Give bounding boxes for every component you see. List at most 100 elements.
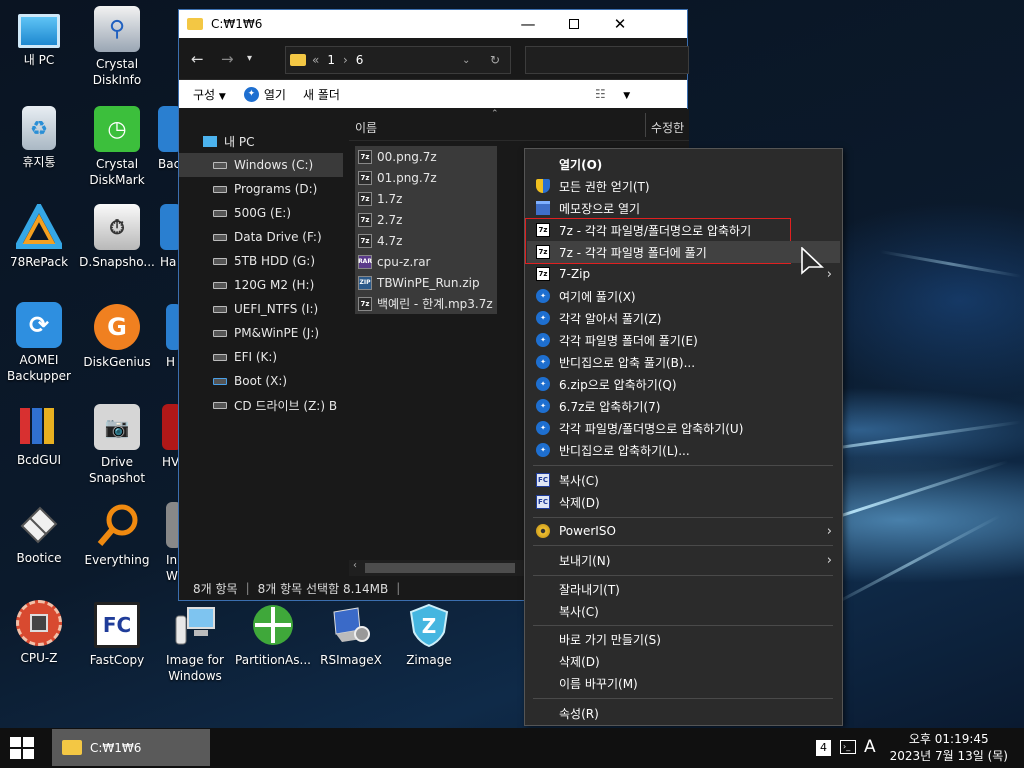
menu-item-compress-7z[interactable]: ✦ 6.7z로 압축하기(7) (527, 395, 840, 417)
system-clock[interactable]: 오후 01:19:45 2023년 7월 13일 (목) (890, 731, 1008, 765)
nav-item-drive-z[interactable]: CD 드라이브 (Z:) B (179, 393, 343, 417)
nav-item-drive-i[interactable]: UEFI_NTFS (I:) (179, 297, 343, 321)
menu-item-compress-zip[interactable]: ✦ 6.zip으로 압축하기(Q) (527, 373, 840, 395)
drive-icon (213, 353, 227, 361)
file-item[interactable]: 7z 백예린 - 한계.mp3.7z (355, 293, 497, 314)
7z-file-icon: 7z (358, 170, 372, 185)
drive-icon (213, 161, 227, 169)
desktop-icon-image-for-windows[interactable]: Image for Windows (156, 602, 234, 684)
nav-item-drive-f[interactable]: Data Drive (F:) (179, 225, 343, 249)
desktop-icon-bootice[interactable]: Bootice (0, 500, 78, 566)
menu-item-bandizip-compress[interactable]: ✦ 반디집으로 압축하기(L)... (527, 439, 840, 461)
scrollbar-thumb[interactable] (365, 563, 515, 573)
refresh-icon: ↻ (490, 53, 501, 67)
nav-item-drive-j[interactable]: PM&WinPE (J:) (179, 321, 343, 345)
nav-item-drive-d[interactable]: Programs (D:) (179, 177, 343, 201)
file-name: 00.png.7z (377, 149, 437, 164)
file-item[interactable]: 7z 2.7z (355, 209, 497, 230)
menu-item-smart-extract[interactable]: ✦ 각각 알아서 풀기(Z) (527, 307, 840, 329)
menu-item-extract-to-folders[interactable]: ✦ 각각 파일명 폴더에 풀기(E) (527, 329, 840, 351)
desktop-icon-diskgenius[interactable]: G DiskGenius (78, 304, 156, 370)
desktop-icon-78repack[interactable]: 78RePack (0, 204, 78, 270)
file-name: 1.7z (377, 191, 403, 206)
desktop-icon-everything[interactable]: Everything (78, 502, 156, 568)
menu-item-cut[interactable]: 잘라내기(T) (527, 578, 840, 600)
close-button[interactable]: ✕ (597, 10, 643, 38)
menu-item-open[interactable]: 열기(O) (527, 153, 840, 175)
desktop-icon-crystaldiskmark[interactable]: ◷ Crystal DiskMark (78, 106, 156, 188)
menu-item-fastcopy-copy[interactable]: FC 복사(C) (527, 469, 840, 491)
menu-item-send-to[interactable]: 보내기(N) › (527, 549, 840, 571)
desktop-icon-dsnapshot[interactable]: ⏱ D.Snapsho... (78, 204, 156, 270)
search-input[interactable] (525, 46, 689, 74)
menu-item-take-ownership[interactable]: 모든 권한 얻기(T) (527, 175, 840, 197)
menu-item-poweriso[interactable]: PowerISO › (527, 520, 840, 542)
address-bar[interactable]: « 1 › 6 ⌄ ↻ (285, 46, 511, 74)
file-item[interactable]: 7z 1.7z (355, 188, 497, 209)
column-header-name[interactable]: 이름 (355, 119, 377, 136)
menu-item-7z-compress-each[interactable]: 7z 7z - 각각 파일명/폴더명으로 압축하기 (527, 219, 840, 241)
menu-item-rename[interactable]: 이름 바꾸기(M) (527, 672, 840, 694)
column-header-modified[interactable]: 수정한 (651, 119, 684, 136)
menu-item-bandizip-extract[interactable]: ✦ 반디집으로 압축 풀기(B)... (527, 351, 840, 373)
chevron-right-icon: › (826, 523, 832, 539)
menu-item-create-shortcut[interactable]: 바로 가기 만들기(S) (527, 628, 840, 650)
console-icon[interactable]: ›_ (840, 740, 856, 754)
menu-item-7z-extract-each[interactable]: 7z 7z - 각각 파일명 폴더에 풀기 (527, 241, 840, 263)
menu-item-properties[interactable]: 속성(R) (527, 702, 840, 724)
nav-item-drive-g[interactable]: 5TB HDD (G:) (179, 249, 343, 273)
desktop-icon-zimage[interactable]: Z Zimage (390, 602, 468, 668)
open-button[interactable]: ✦ 열기 (243, 86, 286, 103)
new-folder-button[interactable]: 새 폴더 (303, 86, 340, 103)
triangle-logo-icon (16, 204, 62, 250)
file-item[interactable]: 7z 4.7z (355, 230, 497, 251)
menu-separator (533, 465, 833, 466)
nav-item-drive-c[interactable]: Windows (C:) (179, 153, 343, 177)
start-button[interactable] (10, 737, 34, 759)
desktop-icon-crystaldiskinfo[interactable]: ⚲ Crystal DiskInfo (78, 6, 156, 88)
address-dropdown-button[interactable]: ⌄ (462, 55, 470, 66)
desktop-icon-partitionassistant[interactable]: PartitionAs... (234, 602, 312, 668)
breadcrumb-item-1[interactable]: 1 (327, 53, 335, 67)
desktop-icon-recycle-bin[interactable]: ♻ 휴지통 (0, 106, 78, 170)
refresh-button[interactable]: ↻ (490, 53, 500, 67)
ime-indicator[interactable]: A (864, 737, 876, 757)
nav-item-drive-k[interactable]: EFI (K:) (179, 345, 343, 369)
desktop-icon-rsimagex[interactable]: RSImageX (312, 602, 390, 668)
recent-locations-button[interactable]: ▾ (247, 53, 252, 64)
minimize-button[interactable]: — (505, 10, 551, 38)
nav-item-drive-e[interactable]: 500G (E:) (179, 201, 343, 225)
organize-button[interactable]: 구성 ▼ (193, 86, 226, 103)
title-bar[interactable]: C:₩1₩6 — ✕ (179, 10, 687, 38)
fastcopy-icon: FC (536, 473, 550, 487)
desktop-icon-cpu-z[interactable]: CPU-Z (0, 600, 78, 666)
menu-item-delete[interactable]: 삭제(D) (527, 650, 840, 672)
drive-icon (213, 281, 227, 289)
breadcrumb-overflow[interactable]: « (312, 53, 319, 67)
file-item[interactable]: 7z 01.png.7z (355, 167, 497, 188)
file-item[interactable]: 7z 00.png.7z (355, 146, 497, 167)
breadcrumb-item-6[interactable]: 6 (356, 53, 364, 67)
tray-badge[interactable]: 4 (816, 740, 831, 756)
file-item[interactable]: ZIP TBWinPE_Run.zip (355, 272, 497, 293)
desktop-icon-this-pc[interactable]: 내 PC (0, 8, 78, 68)
desktop-icon-bcdgui[interactable]: BcdGUI (0, 402, 78, 468)
desktop-icon-drive-snapshot[interactable]: 📷 Drive Snapshot (78, 404, 156, 486)
nav-item-drive-x[interactable]: Boot (X:) (179, 369, 343, 393)
back-button[interactable]: ← (191, 50, 204, 68)
desktop-icon-fastcopy[interactable]: FC FastCopy (78, 602, 156, 668)
desktop-icon-aomei-backupper[interactable]: ⟳ AOMEI Backupper (0, 302, 78, 384)
view-options-button[interactable]: ☷ ▼ (595, 87, 630, 101)
menu-item-open-notepad[interactable]: 메모장으로 열기 (527, 197, 840, 219)
file-item[interactable]: RAR cpu-z.rar (355, 251, 497, 272)
forward-button[interactable]: → (221, 50, 234, 68)
menu-item-compress-each[interactable]: ✦ 각각 파일명/폴더명으로 압축하기(U) (527, 417, 840, 439)
menu-item-7zip-submenu[interactable]: 7z 7-Zip › (527, 263, 840, 285)
nav-item-this-pc[interactable]: 내 PC (179, 129, 343, 153)
taskbar-item-explorer[interactable]: C:₩1₩6 (52, 729, 210, 766)
nav-item-drive-h[interactable]: 120G M2 (H:) (179, 273, 343, 297)
menu-item-fastcopy-delete[interactable]: FC 삭제(D) (527, 491, 840, 513)
menu-item-extract-here[interactable]: ✦ 여기에 풀기(X) (527, 285, 840, 307)
maximize-button[interactable] (551, 10, 597, 38)
menu-item-copy[interactable]: 복사(C) (527, 600, 840, 622)
